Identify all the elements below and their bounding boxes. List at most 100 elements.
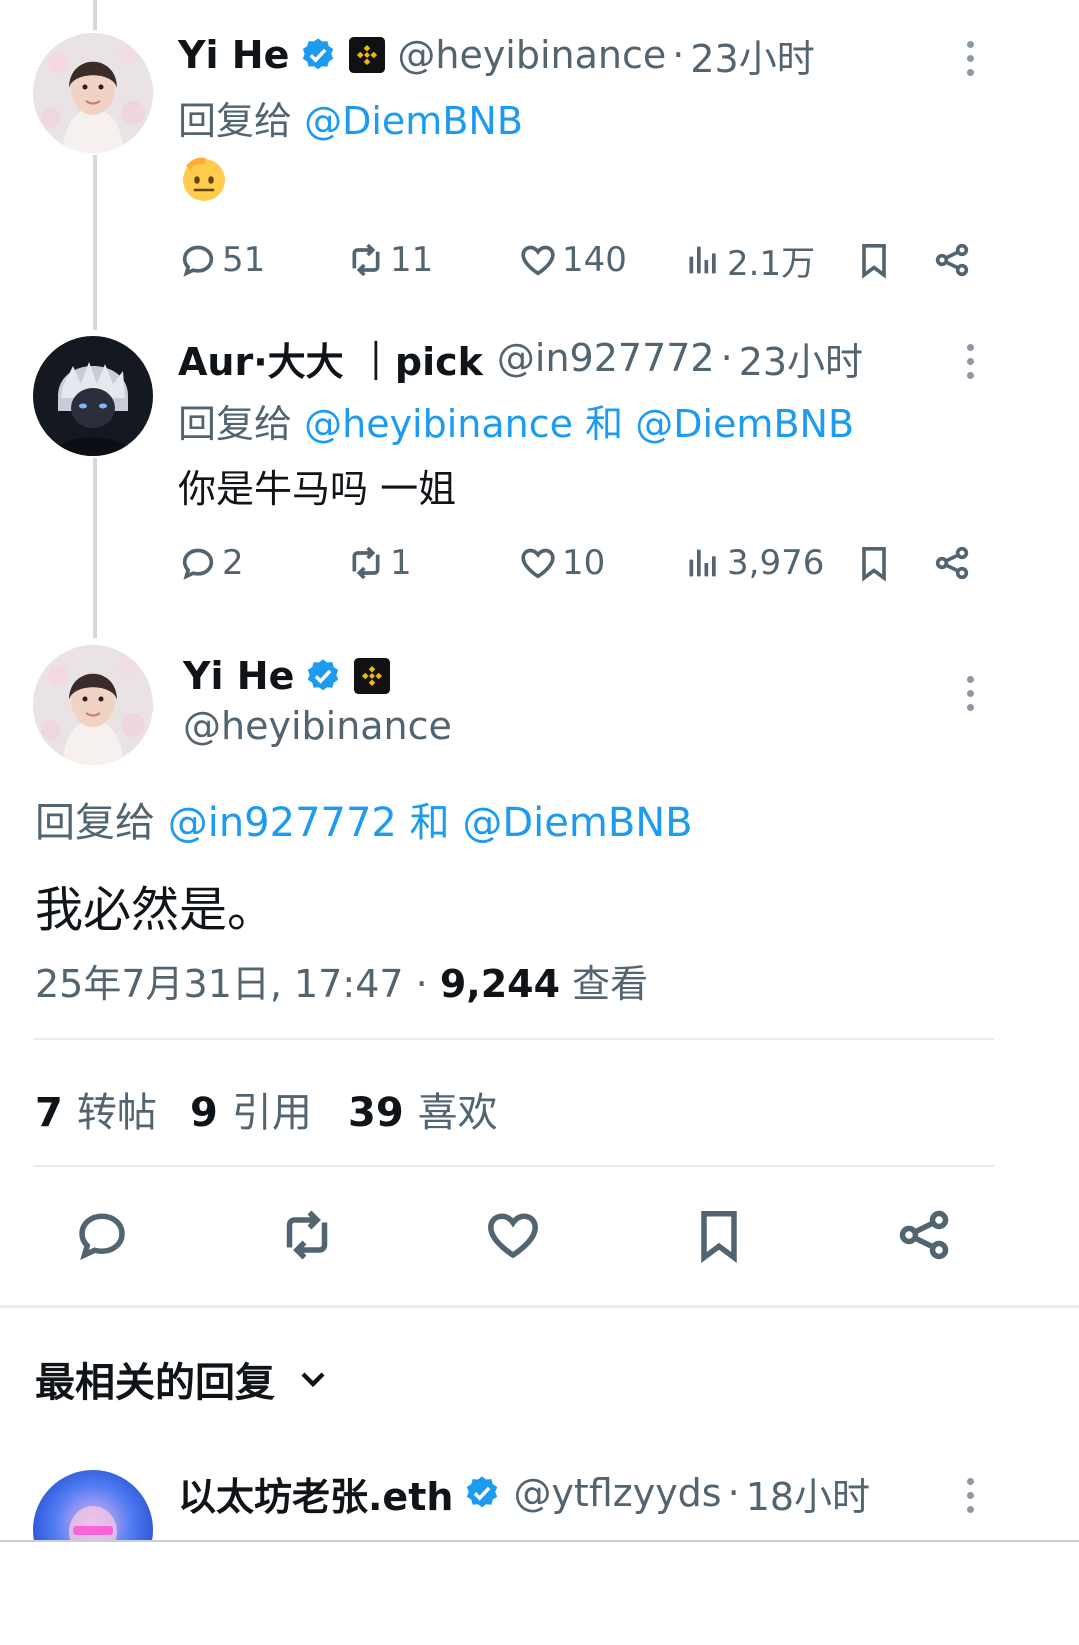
repost-count: 11 <box>390 240 434 280</box>
verified-badge-icon <box>303 38 334 70</box>
like-count: 140 <box>562 240 627 280</box>
chevron-down-icon <box>301 1372 325 1388</box>
handle[interactable]: @in927772 <box>497 336 715 380</box>
bottom-edge <box>0 1540 1079 1645</box>
views-count: 3,976 <box>727 543 825 583</box>
repost-stat-label: 转帖 <box>76 1090 157 1136</box>
timestamp[interactable]: 23小时 <box>690 28 814 83</box>
like-button[interactable]: 10 <box>518 535 605 591</box>
reply-sort-dropdown[interactable]: 最相关的回复 <box>35 1350 333 1408</box>
views-label: 查看 <box>572 962 649 1006</box>
quote-stat[interactable]: 9 引用 <box>190 1080 312 1138</box>
heart-icon <box>521 548 555 579</box>
avatar[interactable] <box>33 336 153 456</box>
thread-line-top <box>93 0 97 30</box>
view-count: 9,244 <box>439 962 561 1006</box>
bookmark-icon <box>701 1211 737 1263</box>
divider <box>33 1038 994 1040</box>
like-stat[interactable]: 39 喜欢 <box>348 1080 498 1138</box>
separator-dot: · <box>720 336 733 380</box>
heart-icon <box>521 245 555 276</box>
reply-button[interactable]: 2 <box>178 535 244 591</box>
mention-link[interactable]: @in927772 <box>168 800 397 846</box>
reply-icon <box>182 548 214 580</box>
binance-affiliate-icon[interactable] <box>349 37 386 73</box>
repost-icon <box>286 1210 328 1260</box>
repost-button[interactable]: 1 <box>346 535 412 591</box>
tweet-header: 以太坊老张.eth @ytflzyyds · 18小时 <box>178 1465 870 1521</box>
reply-joiner: 和 <box>585 402 624 446</box>
views-button[interactable]: 3,976 <box>683 535 824 591</box>
views-button[interactable]: 2.1万 <box>683 232 815 288</box>
thread-line-2 <box>93 458 97 638</box>
share-button[interactable] <box>932 535 972 591</box>
timestamp[interactable]: 23小时 <box>739 331 863 386</box>
reply-count: 51 <box>222 240 266 280</box>
heart-icon <box>488 1213 538 1259</box>
like-button[interactable]: 140 <box>518 232 627 288</box>
divider <box>33 1165 994 1167</box>
quote-stat-count: 9 <box>190 1090 218 1136</box>
reply-button[interactable] <box>67 1200 137 1270</box>
reply-to-line: 回复给 @DiemBNB <box>178 90 523 145</box>
handle[interactable]: @ytflzyyds <box>513 1471 721 1515</box>
reply-sort-label: 最相关的回复 <box>35 1360 275 1406</box>
share-button[interactable] <box>889 1200 959 1270</box>
tweet-text: 你是牛马吗 一姐 <box>178 467 457 511</box>
avatar[interactable] <box>33 645 153 765</box>
repost-stat[interactable]: 7 转帖 <box>35 1080 157 1138</box>
like-button[interactable] <box>478 1200 548 1270</box>
reply-count: 2 <box>222 543 244 583</box>
binance-affiliate-icon[interactable] <box>354 658 391 694</box>
post-timestamp[interactable]: 25年7月31日, 17:47 <box>35 962 404 1006</box>
tweet-header: Yi He @heyibinance · 23小时 <box>178 27 815 83</box>
main-tweet-name-row: Yi He <box>183 648 391 704</box>
more-options-icon[interactable] <box>955 668 985 718</box>
verified-badge-icon <box>467 1476 498 1508</box>
bookmark-button[interactable] <box>854 232 894 288</box>
reply-to-line: 回复给 @heyibinance 和 @DiemBNB <box>178 393 854 448</box>
reply-icon <box>182 245 214 277</box>
bookmark-button[interactable] <box>854 535 894 591</box>
share-icon <box>935 243 969 277</box>
quote-stat-label: 引用 <box>231 1090 312 1136</box>
mention-link[interactable]: @DiemBNB <box>635 402 854 446</box>
display-name[interactable]: Aur·大大 ｜pick <box>178 331 483 386</box>
display-name[interactable]: 以太坊老张.eth <box>178 1466 453 1521</box>
display-name[interactable]: Yi He <box>178 33 289 77</box>
more-options-icon[interactable] <box>955 336 985 386</box>
thread-line-1 <box>93 155 97 330</box>
reply-icon <box>79 1213 125 1261</box>
mention-link[interactable]: @DiemBNB <box>462 800 692 846</box>
separator-dot: · <box>727 1471 740 1515</box>
repost-icon <box>352 546 380 580</box>
repost-stat-count: 7 <box>35 1090 63 1136</box>
reply-button[interactable]: 51 <box>178 232 265 288</box>
mention-link[interactable]: @heyibinance <box>304 402 573 446</box>
display-name[interactable]: Yi He <box>183 654 294 698</box>
timestamp[interactable]: 18小时 <box>746 1466 870 1521</box>
verified-badge-icon <box>308 659 339 691</box>
separator-dot: · <box>415 962 440 1006</box>
bookmark-button[interactable] <box>684 1200 754 1270</box>
share-icon <box>899 1210 949 1260</box>
saluting-face-emoji-icon <box>183 157 225 201</box>
reply-to-label: 回复给 <box>35 800 155 846</box>
reply-to-label: 回复给 <box>178 402 293 446</box>
repost-button[interactable] <box>272 1200 342 1270</box>
more-options-icon[interactable] <box>955 33 985 83</box>
avatar[interactable] <box>33 33 153 153</box>
share-icon <box>935 546 969 580</box>
views-chart-icon <box>689 246 716 274</box>
handle[interactable]: @heyibinance <box>183 704 452 748</box>
tweet-header: Aur·大大 ｜pick @in927772 · 23小时 <box>178 330 863 386</box>
more-options-icon[interactable] <box>955 1470 985 1520</box>
tweet-meta: 25年7月31日, 17:47 · 9,244 查看 <box>35 953 648 1008</box>
reply-to-label: 回复给 <box>178 99 293 143</box>
share-button[interactable] <box>932 232 972 288</box>
handle[interactable]: @heyibinance <box>397 33 666 77</box>
mention-link[interactable]: @DiemBNB <box>304 99 523 143</box>
bookmark-icon <box>862 244 886 279</box>
repost-button[interactable]: 11 <box>346 232 433 288</box>
bookmark-icon <box>862 547 886 582</box>
